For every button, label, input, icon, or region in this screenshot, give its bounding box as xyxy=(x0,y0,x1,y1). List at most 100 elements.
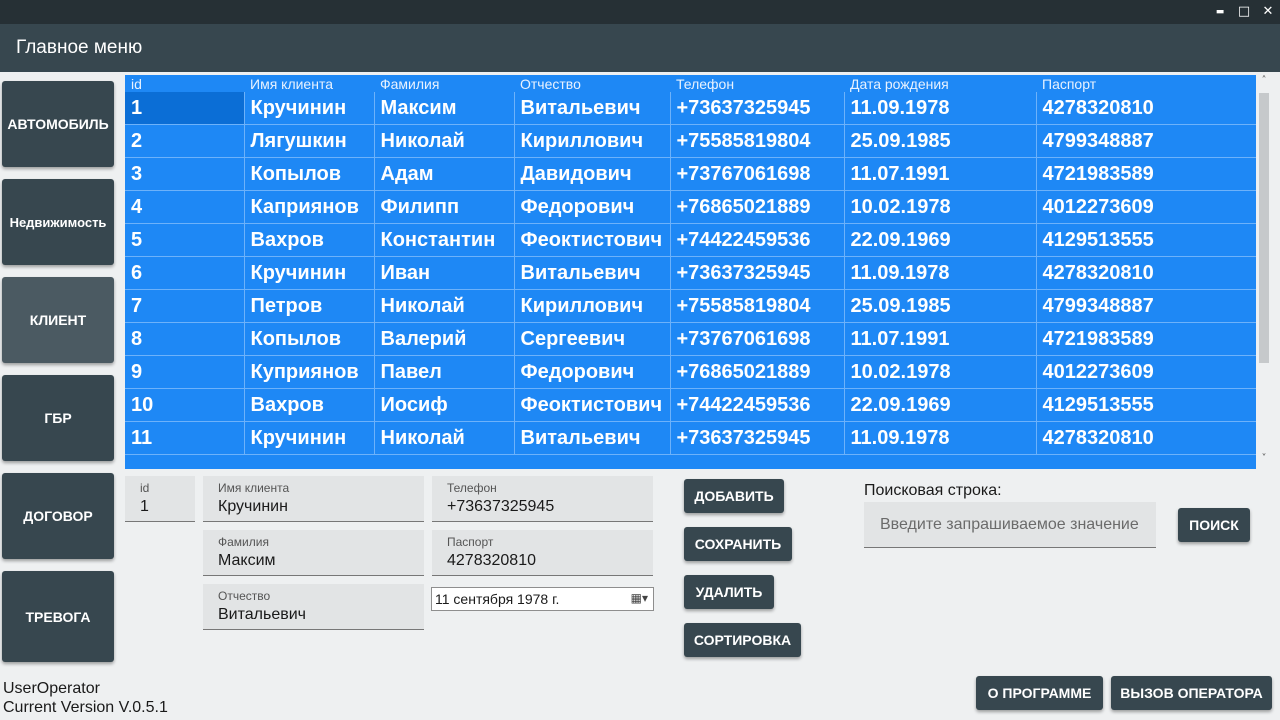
cell-patronymic[interactable]: Федорович xyxy=(514,190,671,224)
column-header-phone[interactable]: Телефон xyxy=(670,75,844,92)
cell-phone[interactable]: +76865021889 xyxy=(670,355,845,389)
about-button[interactable]: О ПРОГРАММЕ xyxy=(976,676,1103,710)
cell-first-name[interactable]: Куприянов xyxy=(244,355,375,389)
id-field[interactable]: id 1 xyxy=(125,476,195,522)
column-header-first-name[interactable]: Имя клиента xyxy=(244,75,374,92)
cell-last-name[interactable]: Адам xyxy=(374,157,515,191)
cell-id[interactable]: 3 xyxy=(125,157,245,191)
cell-id[interactable]: 11 xyxy=(125,421,245,455)
cell-phone[interactable]: +75585819804 xyxy=(670,289,845,323)
column-header-last-name[interactable]: Фамилия xyxy=(374,75,514,92)
cell-patronymic[interactable]: Витальевич xyxy=(514,421,671,455)
cell-passport[interactable]: 4278320810 xyxy=(1036,421,1256,455)
cell-patronymic[interactable]: Сергеевич xyxy=(514,322,671,356)
cell-last-name[interactable]: Валерий xyxy=(374,322,515,356)
cell-first-name[interactable]: Вахров xyxy=(244,223,375,257)
grid-scrollbar[interactable]: ˄ ˅ xyxy=(1256,75,1272,469)
save-button[interactable]: СОХРАНИТЬ xyxy=(684,527,792,561)
cell-first-name[interactable]: Вахров xyxy=(244,388,375,422)
cell-patronymic[interactable]: Федорович xyxy=(514,355,671,389)
cell-passport[interactable]: 4278320810 xyxy=(1036,256,1256,290)
close-icon[interactable]: ✕ xyxy=(1257,2,1279,22)
cell-first-name[interactable]: Лягушкин xyxy=(244,124,375,158)
minimize-icon[interactable]: ▬ xyxy=(1209,2,1231,22)
cell-id[interactable]: 7 xyxy=(125,289,245,323)
cell-birth-date[interactable]: 22.09.1969 xyxy=(844,388,1037,422)
cell-first-name[interactable]: Кручинин xyxy=(244,421,375,455)
cell-first-name[interactable]: Копылов xyxy=(244,322,375,356)
cell-passport[interactable]: 4799348887 xyxy=(1036,124,1256,158)
cell-phone[interactable]: +74422459536 xyxy=(670,223,845,257)
cell-patronymic[interactable]: Кириллович xyxy=(514,289,671,323)
cell-patronymic[interactable]: Кириллович xyxy=(514,124,671,158)
delete-button[interactable]: УДАЛИТЬ xyxy=(684,575,774,609)
cell-passport[interactable]: 4721983589 xyxy=(1036,157,1256,191)
cell-first-name[interactable]: Петров xyxy=(244,289,375,323)
cell-first-name[interactable]: Кручинин xyxy=(244,92,375,125)
cell-passport[interactable]: 4721983589 xyxy=(1036,322,1256,356)
scrollbar-thumb[interactable] xyxy=(1259,93,1269,363)
cell-id[interactable]: 2 xyxy=(125,124,245,158)
table-row[interactable]: 2 Лягушкин Николай Кириллович +75585819804 25… xyxy=(125,124,1256,158)
nav-button-contract[interactable]: ДОГОВОР xyxy=(2,473,114,559)
cell-passport[interactable]: 4129513555 xyxy=(1036,388,1256,422)
cell-id[interactable]: 8 xyxy=(125,322,245,356)
call-operator-button[interactable]: ВЫЗОВ ОПЕРАТОРА xyxy=(1111,676,1272,710)
scroll-up-icon[interactable]: ˄ xyxy=(1256,75,1272,86)
column-header-passport[interactable]: Паспорт xyxy=(1036,75,1256,92)
cell-id[interactable]: 4 xyxy=(125,190,245,224)
table-row[interactable]: 1 Кручинин Максим Витальевич +73637325945 11.… xyxy=(125,92,1256,125)
nav-button-real-estate[interactable]: Недвижимость xyxy=(2,179,114,265)
cell-passport[interactable]: 4129513555 xyxy=(1036,223,1256,257)
cell-last-name[interactable]: Николай xyxy=(374,289,515,323)
cell-last-name[interactable]: Максим xyxy=(374,92,515,125)
cell-patronymic[interactable]: Феоктистович xyxy=(514,223,671,257)
cell-birth-date[interactable]: 11.09.1978 xyxy=(844,92,1037,125)
cell-patronymic[interactable]: Витальевич xyxy=(514,92,671,125)
cell-birth-date[interactable]: 22.09.1969 xyxy=(844,223,1037,257)
search-input[interactable] xyxy=(864,502,1156,548)
sort-button[interactable]: СОРТИРОВКА xyxy=(684,623,801,657)
passport-field[interactable]: Паспорт 4278320810 xyxy=(432,530,653,576)
cell-id[interactable]: 10 xyxy=(125,388,245,422)
nav-button-gbr[interactable]: ГБР xyxy=(2,375,114,461)
table-row[interactable]: 10 Вахров Иосиф Феоктистович +74422459536 22.… xyxy=(125,388,1256,422)
cell-patronymic[interactable]: Давидович xyxy=(514,157,671,191)
search-button[interactable]: ПОИСК xyxy=(1178,508,1250,542)
patronymic-field[interactable]: Отчество Витальевич xyxy=(203,584,424,630)
table-row[interactable]: 4 Каприянов Филипп Федорович +76865021889 10.… xyxy=(125,190,1256,224)
maximize-icon[interactable]: □ xyxy=(1233,2,1255,22)
cell-first-name[interactable]: Каприянов xyxy=(244,190,375,224)
cell-passport[interactable]: 4278320810 xyxy=(1036,92,1256,125)
column-header-patronymic[interactable]: Отчество xyxy=(514,75,670,92)
cell-id[interactable]: 6 xyxy=(125,256,245,290)
cell-last-name[interactable]: Николай xyxy=(374,421,515,455)
cell-phone[interactable]: +73767061698 xyxy=(670,157,845,191)
nav-button-alarm[interactable]: ТРЕВОГА xyxy=(2,571,114,662)
cell-passport[interactable]: 4012273609 xyxy=(1036,355,1256,389)
nav-button-client[interactable]: КЛИЕНТ xyxy=(2,277,114,363)
cell-phone[interactable]: +75585819804 xyxy=(670,124,845,158)
cell-patronymic[interactable]: Витальевич xyxy=(514,256,671,290)
table-row[interactable]: 5 Вахров Константин Феоктистович +7442245953… xyxy=(125,223,1256,257)
cell-first-name[interactable]: Кручинин xyxy=(244,256,375,290)
table-row[interactable]: 11 Кручинин Николай Витальевич +73637325945 1… xyxy=(125,421,1256,455)
cell-phone[interactable]: +73637325945 xyxy=(670,256,845,290)
cell-birth-date[interactable]: 25.09.1985 xyxy=(844,124,1037,158)
cell-birth-date[interactable]: 10.02.1978 xyxy=(844,355,1037,389)
cell-last-name[interactable]: Павел xyxy=(374,355,515,389)
cell-phone[interactable]: +73637325945 xyxy=(670,421,845,455)
cell-birth-date[interactable]: 10.02.1978 xyxy=(844,190,1037,224)
cell-birth-date[interactable]: 25.09.1985 xyxy=(844,289,1037,323)
table-row[interactable]: 8 Копылов Валерий Сергеевич +73767061698 11.0… xyxy=(125,322,1256,356)
cell-phone[interactable]: +73767061698 xyxy=(670,322,845,356)
add-button[interactable]: ДОБАВИТЬ xyxy=(684,479,784,513)
cell-id[interactable]: 5 xyxy=(125,223,245,257)
cell-last-name[interactable]: Филипп xyxy=(374,190,515,224)
cell-last-name[interactable]: Константин xyxy=(374,223,515,257)
last-name-field[interactable]: Фамилия Максим xyxy=(203,530,424,576)
cell-patronymic[interactable]: Феоктистович xyxy=(514,388,671,422)
birth-date-picker[interactable]: 11 сентября 1978 г. ▦▾ xyxy=(431,587,654,611)
cell-birth-date[interactable]: 11.09.1978 xyxy=(844,256,1037,290)
cell-passport[interactable]: 4012273609 xyxy=(1036,190,1256,224)
